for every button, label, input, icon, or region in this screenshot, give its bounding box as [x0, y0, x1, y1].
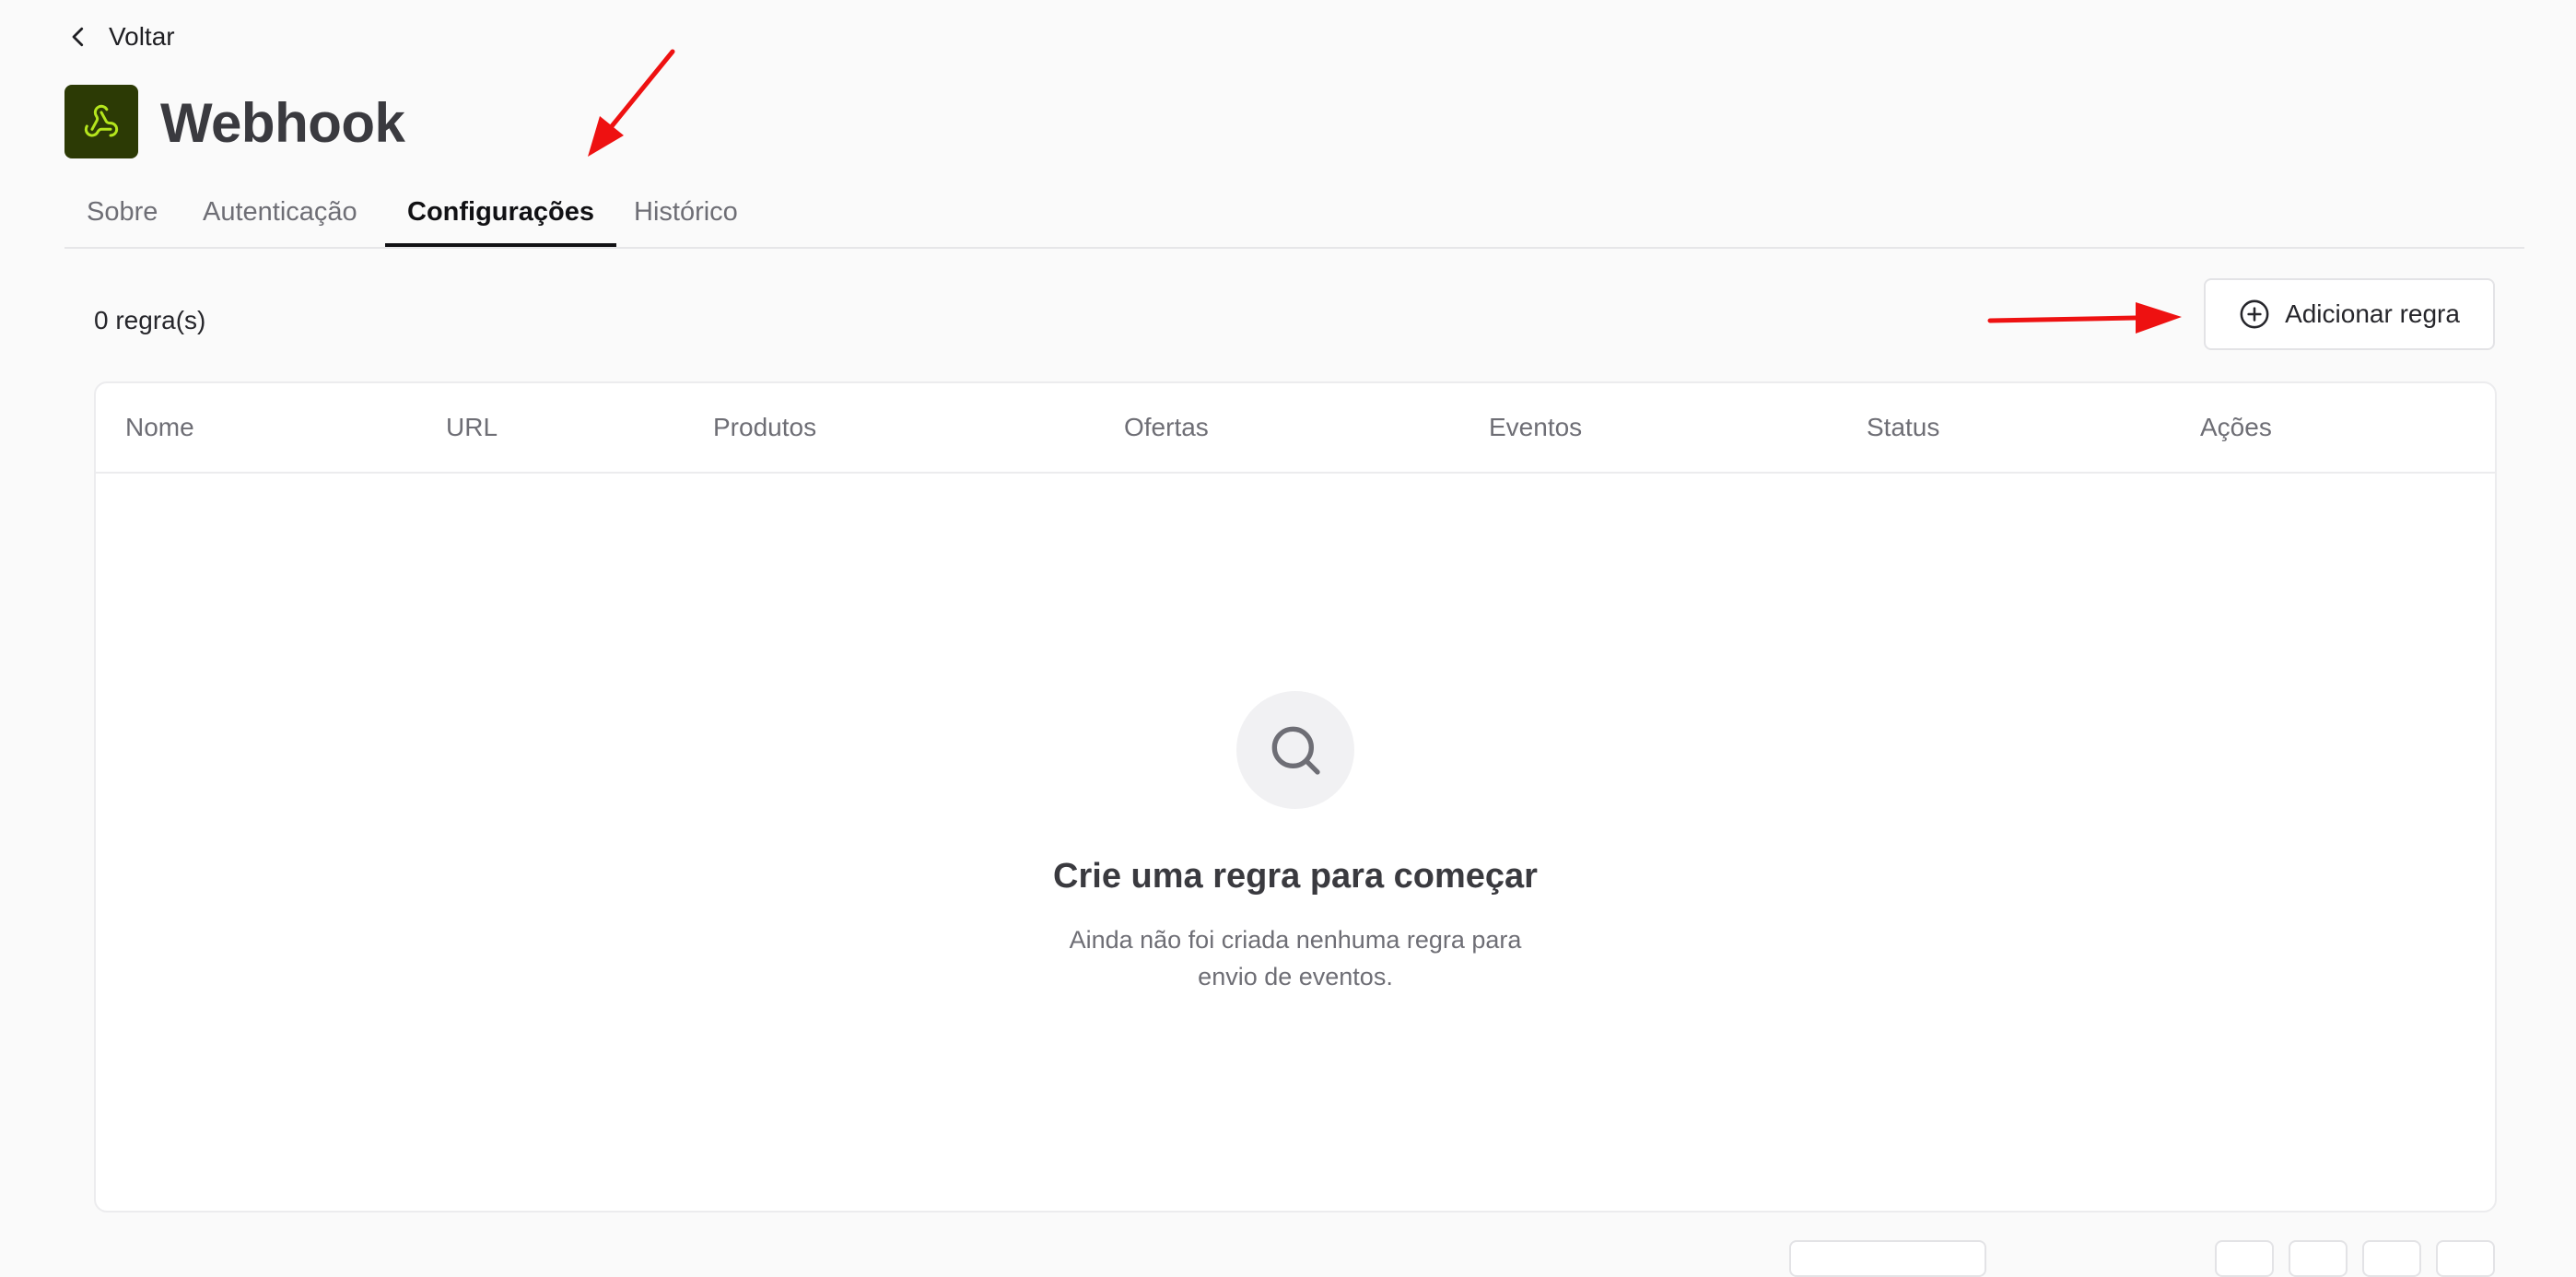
column-header-ofertas: Ofertas [1124, 413, 1209, 441]
first-page-button[interactable] [2215, 1240, 2274, 1277]
empty-state-title: Crie uma regra para começar [1053, 857, 1538, 896]
back-label: Voltar [109, 22, 175, 51]
tab-sobre[interactable]: Sobre [87, 184, 158, 245]
add-rule-button[interactable]: Adicionar regra [2204, 278, 2495, 350]
rules-table: Nome URL Produtos Ofertas Eventos Status… [94, 381, 2497, 1213]
webhook-app-icon [64, 85, 138, 158]
rule-count: 0 regra(s) [94, 306, 206, 334]
tab-configuracoes[interactable]: Configurações [384, 184, 617, 247]
add-rule-label: Adicionar regra [2285, 299, 2460, 328]
last-page-button[interactable] [2436, 1240, 2495, 1277]
empty-state-icon-circle [1236, 691, 1354, 809]
column-header-url: URL [446, 413, 498, 441]
column-header-nome: Nome [125, 413, 194, 441]
chevron-left-icon [72, 27, 84, 47]
tab-bar: Sobre Autenticação Configurações Históri… [64, 184, 2524, 249]
table-header: Nome URL Produtos Ofertas Eventos Status… [96, 383, 2495, 474]
webhook-icon [84, 104, 119, 137]
column-header-eventos: Eventos [1489, 413, 1583, 441]
previous-page-button[interactable] [2289, 1240, 2348, 1277]
tab-autenticacao[interactable]: Autenticação [203, 184, 357, 245]
column-header-acoes: Ações [2200, 413, 2272, 441]
rows-per-page-select[interactable] [1789, 1240, 1986, 1277]
empty-state-description: Ainda não foi criada nenhuma regra para … [1069, 926, 1522, 990]
tab-historico[interactable]: Histórico [634, 184, 738, 245]
page-title: Webhook [160, 92, 405, 154]
next-page-button[interactable] [2362, 1240, 2421, 1277]
column-header-produtos: Produtos [713, 413, 817, 441]
column-header-status: Status [1867, 413, 1940, 441]
search-icon [1271, 726, 1320, 775]
plus-circle-icon [2240, 299, 2269, 329]
arrow-to-configuracoes-tab [588, 49, 675, 157]
arrow-to-add-rule-button [1987, 302, 2182, 334]
back-link[interactable]: Voltar [64, 17, 175, 57]
